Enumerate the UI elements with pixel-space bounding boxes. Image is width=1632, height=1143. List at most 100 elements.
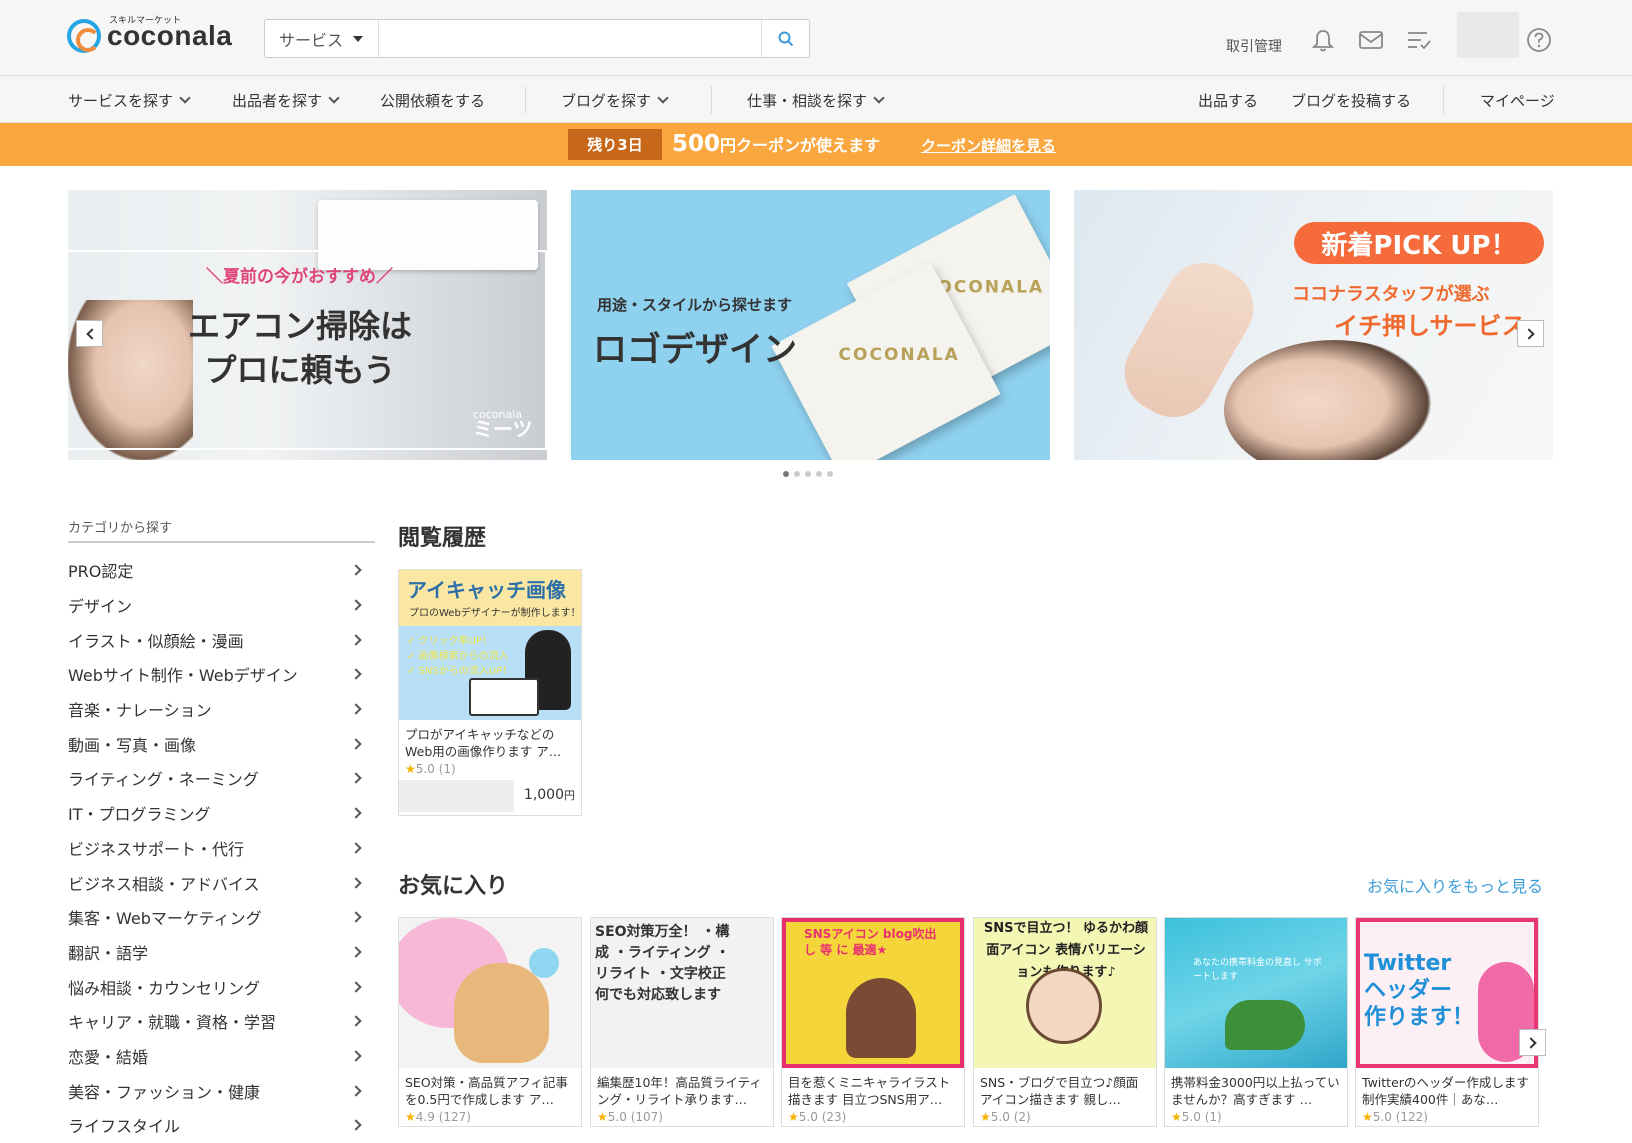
trade-management-link[interactable]: 取引管理 (1226, 36, 1282, 56)
nav-divider (1443, 86, 1444, 114)
nav-find-jobs[interactable]: 仕事・相談を探す (747, 90, 885, 111)
category-item[interactable]: ビジネス相談・アドバイス (68, 865, 368, 900)
star-icon: ★ (788, 1110, 799, 1124)
favorite-card[interactable]: あなたの携帯料金の見直し サポートします 携帯料金3000円以上払っていませんか… (1164, 917, 1348, 1127)
nav-label: 出品する (1198, 92, 1259, 110)
category-item[interactable]: 音楽・ナレーション (68, 692, 368, 727)
search-category-select[interactable]: サービス (265, 20, 379, 57)
carousel-dot[interactable] (827, 471, 833, 477)
category-label: イラスト・似顔絵・漫画 (68, 631, 244, 651)
chevron-right-icon (350, 738, 362, 750)
thumb-title: アイキャッチ画像 (407, 578, 566, 602)
coupon-detail-link[interactable]: クーポン詳細を見る (921, 135, 1056, 156)
banner-title: イチ押しサービス (1334, 312, 1526, 340)
thumb-text: Twitter ヘッダー 作ります！ (1364, 951, 1475, 1030)
coconala-logo[interactable]: スキルマーケット coconala (67, 16, 232, 53)
history-card[interactable]: アイキャッチ画像 プロのWebデザイナーが制作します！ ✓ クリック率UP！ ✓… (398, 569, 582, 816)
chevron-left-icon (85, 327, 98, 340)
nav-label: ブログを探す (561, 92, 652, 110)
service-thumbnail (399, 918, 581, 1068)
price-unit: 円 (564, 789, 575, 802)
chevron-right-icon (350, 634, 362, 646)
favorite-card[interactable]: Twitter ヘッダー 作ります！ Twitterのヘッダー作成します 制作実… (1355, 917, 1539, 1127)
rating-count: (127) (438, 1110, 471, 1124)
category-item[interactable]: PRO認定 (68, 553, 368, 588)
carousel-dot[interactable] (794, 471, 800, 477)
nav-find-sellers[interactable]: 出品者を探す (232, 90, 340, 111)
category-item[interactable]: デザイン (68, 588, 368, 623)
banner-logo-design[interactable]: COCONALA COCONALA 用途・スタイルから探せます ロゴデザイン (571, 190, 1050, 460)
banner-title: エアコン掃除は プロに頼もう (188, 304, 412, 392)
nav-divider (711, 86, 712, 114)
favorites-next-button[interactable] (1519, 1029, 1546, 1056)
service-description: SEO対策・高品質アフィ記事を0.5円で作成します ア… (405, 1075, 568, 1107)
carousel-dot[interactable] (816, 471, 822, 477)
favorite-card[interactable]: SNSで目立つ！ ゆるかわ顔面アイコン 表情バリエーションも作ります♪ SNS・… (973, 917, 1157, 1127)
search-button[interactable] (761, 20, 809, 57)
meets-logo: coconala ミーツ (473, 408, 533, 441)
nav-find-services[interactable]: サービスを探す (68, 90, 191, 111)
nav-mypage[interactable]: マイページ (1480, 90, 1555, 111)
carousel-dots (783, 471, 833, 477)
category-item[interactable]: イラスト・似顔絵・漫画 (68, 622, 368, 657)
search-bar: サービス (264, 19, 810, 58)
carousel-prev-button[interactable] (76, 320, 103, 347)
favorite-card[interactable]: SNSアイコン blog吹出し 等 に 最適★ 目を惹くミニキャライラスト描きま… (781, 917, 965, 1127)
search-icon (778, 31, 793, 46)
chevron-right-icon (350, 668, 362, 681)
category-label: キャリア・就職・資格・学習 (68, 1013, 277, 1033)
carousel-dot[interactable] (783, 471, 789, 477)
character-illustration (846, 978, 916, 1058)
category-item[interactable]: 集客・Webマーケティング (68, 900, 368, 935)
banner-aircon[interactable]: ＼夏前の今がおすすめ／ エアコン掃除は プロに頼もう coconala ミーツ (68, 190, 547, 460)
task-list-icon[interactable] (1405, 26, 1433, 54)
carousel-dot[interactable] (805, 471, 811, 477)
banner-pickup[interactable]: 新着PICK UP！ ココナラスタッフが選ぶ イチ押しサービス (1074, 190, 1553, 460)
rating-value: 5.0 (990, 1110, 1010, 1124)
search-input[interactable] (379, 20, 761, 57)
nav-post-blog[interactable]: ブログを投稿する (1291, 90, 1411, 111)
price-value: 1,000 (523, 787, 564, 803)
rating-count: (107) (630, 1110, 663, 1124)
chevron-right-icon (350, 980, 362, 993)
rating-count: (122) (1395, 1110, 1428, 1124)
category-label: 悩み相談・カウンセリング (68, 978, 261, 998)
rating-value: 5.0 (1181, 1110, 1201, 1124)
thumb-text: SNSアイコン blog吹出し 等 に 最適★ (804, 927, 937, 957)
thumb-list-item: ✓ クリック率UP！ (407, 636, 492, 647)
service-thumbnail: SNSで目立つ！ ゆるかわ顔面アイコン 表情バリエーションも作ります♪ (974, 918, 1156, 1068)
favorites-more-link[interactable]: お気に入りをもっと見る (1367, 873, 1543, 897)
nav-find-blogs[interactable]: ブログを探す (561, 90, 669, 111)
favorite-card[interactable]: SEO対策万全！ ・構成 ・ライティング ・リライト ・文字校正 何でも対応致し… (590, 917, 774, 1127)
category-item[interactable]: 恋愛・結婚 (68, 1039, 368, 1074)
category-item[interactable]: ライフスタイル (68, 1108, 368, 1143)
favorite-card[interactable]: SEO対策・高品質アフィ記事を0.5円で作成します ア… ★4.9 (127) (398, 917, 582, 1127)
service-rating: ★5.0 (1) (399, 760, 581, 778)
coupon-days-badge: 残り3日 (568, 129, 662, 160)
chevron-right-icon (350, 842, 362, 854)
rating-count: (2) (1013, 1110, 1031, 1124)
category-item[interactable]: Webサイト制作・Webデザイン (68, 657, 368, 692)
category-item[interactable]: 動画・写真・画像 (68, 726, 368, 761)
carousel-next-button[interactable] (1517, 320, 1544, 347)
category-item[interactable]: キャリア・就職・資格・学習 (68, 1004, 368, 1039)
banner-tag: ＼夏前の今がおすすめ／ (206, 267, 393, 287)
rating-count: (23) (821, 1110, 847, 1124)
category-item[interactable]: 悩み相談・カウンセリング (68, 969, 368, 1004)
category-item[interactable]: ビジネスサポート・代行 (68, 831, 368, 866)
service-rating: ★5.0 (122) (1356, 1108, 1538, 1126)
thumb-text: あなたの携帯料金の見直し サポートします (1193, 958, 1322, 982)
nav-post-request[interactable]: 公開依頼をする (380, 90, 485, 111)
meets-logo-big: ミーツ (473, 417, 533, 441)
bear-illustration (454, 963, 549, 1063)
category-item[interactable]: IT・プログラミング (68, 796, 368, 831)
category-item[interactable]: 美容・ファッション・健康 (68, 1073, 368, 1108)
help-icon[interactable] (1525, 26, 1553, 54)
nav-sell[interactable]: 出品する (1198, 90, 1258, 111)
category-item[interactable]: 翻訳・語学 (68, 935, 368, 970)
bell-icon[interactable] (1309, 26, 1337, 54)
category-item[interactable]: ライティング・ネーミング (68, 761, 368, 796)
mail-icon[interactable] (1357, 26, 1385, 54)
user-avatar[interactable] (1457, 12, 1519, 58)
category-label: Webサイト制作・Webデザイン (68, 666, 298, 686)
